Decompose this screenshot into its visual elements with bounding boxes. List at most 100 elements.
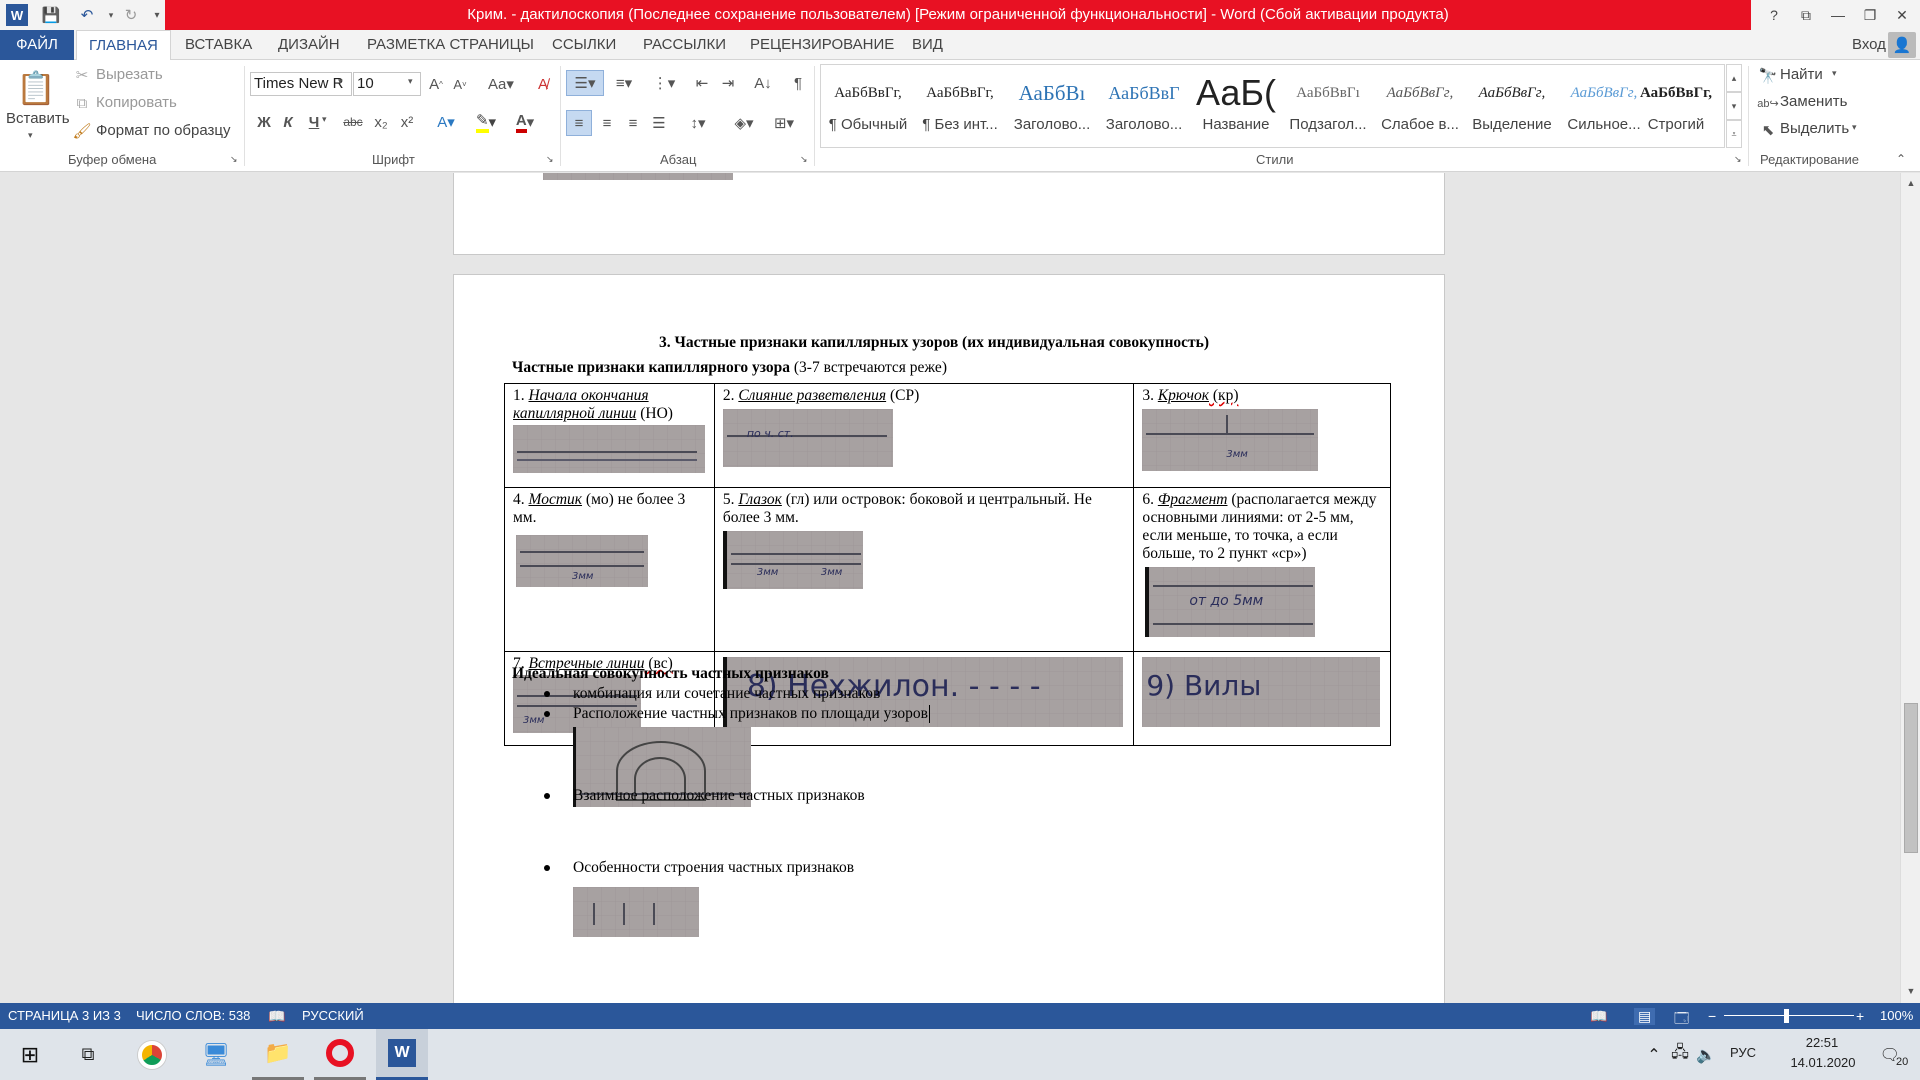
undo-dropdown-icon[interactable]: ▾ — [100, 4, 122, 26]
tab-view[interactable]: ВИД — [900, 30, 955, 60]
proofing-icon[interactable]: 📖 — [268, 1008, 285, 1025]
volume-icon[interactable]: 🔈 — [1680, 1029, 1732, 1080]
fingerprint-image[interactable]: 3мм — [516, 535, 648, 587]
app-icon[interactable]: 🖥 — [190, 1029, 242, 1080]
show-marks-icon[interactable]: ¶ — [786, 70, 810, 96]
superscript-button[interactable]: x² — [396, 110, 418, 134]
replace-button[interactable]: Заменить — [1780, 93, 1847, 110]
paragraph-launcher-icon[interactable]: ↘ — [800, 154, 808, 165]
redo-icon[interactable]: ↻ — [120, 4, 142, 26]
file-explorer-icon[interactable]: 📁 — [252, 1029, 304, 1080]
select-button[interactable]: Выделить — [1780, 120, 1849, 137]
language-tray[interactable]: РУС — [1730, 1045, 1756, 1060]
tab-review[interactable]: РЕЦЕНЗИРОВАНИЕ — [738, 30, 906, 60]
word-app-icon[interactable]: W — [6, 4, 28, 26]
tab-design[interactable]: ДИЗАЙН — [266, 30, 352, 60]
tab-layout[interactable]: РАЗМЕТКА СТРАНИЦЫ — [355, 30, 546, 60]
opera-icon[interactable] — [314, 1029, 366, 1080]
zoom-slider-thumb[interactable] — [1784, 1009, 1789, 1023]
paste-icon[interactable]: 📋 — [14, 66, 58, 110]
shading-icon[interactable]: ◈▾ — [726, 110, 762, 136]
word-count[interactable]: ЧИСЛО СЛОВ: 538 — [136, 1008, 250, 1023]
shrink-font-icon[interactable]: A ˅ — [450, 72, 470, 96]
vertical-scrollbar[interactable]: ▲ ▼ — [1900, 173, 1920, 1003]
decrease-indent-icon[interactable]: ⇤ — [690, 70, 714, 96]
fingerprint-image[interactable]: 3мм 3мм — [722, 531, 863, 589]
align-left-icon[interactable]: ≡ — [566, 110, 592, 136]
close-button[interactable]: ✕ — [1886, 0, 1918, 30]
tab-references[interactable]: ССЫЛКИ — [540, 30, 628, 60]
restore-button[interactable]: ❐ — [1854, 0, 1886, 30]
style-emphasis[interactable]: АаБбВвГг, Выделение — [1466, 70, 1558, 148]
save-icon[interactable]: 💾 — [40, 4, 62, 26]
subscript-button[interactable]: x₂ — [370, 110, 392, 134]
font-size-dropdown-icon[interactable]: ▾ — [408, 76, 413, 87]
styles-scroll-up-icon[interactable]: ▴ — [1726, 64, 1742, 92]
text-effects-icon[interactable]: A▾ — [430, 110, 462, 134]
style-normal[interactable]: АаБбВвГг, ¶ Обычный — [822, 70, 914, 148]
scroll-up-icon[interactable]: ▲ — [1903, 175, 1919, 191]
handwriting-image[interactable]: 9) Вилы — [1142, 657, 1381, 727]
undo-icon[interactable]: ↶ — [76, 4, 98, 26]
find-button[interactable]: Найти — [1780, 66, 1823, 83]
page-count[interactable]: СТРАНИЦА 3 ИЗ 3 — [8, 1008, 121, 1023]
style-title[interactable]: АаБ(Название — [1190, 70, 1282, 148]
fingerprint-image[interactable]: 3мм — [1142, 409, 1319, 471]
highlight-icon[interactable]: ✎ ▾ — [468, 110, 504, 134]
select-dropdown-icon[interactable]: ▾ — [1852, 122, 1857, 133]
line-spacing-icon[interactable]: ↕▾ — [680, 110, 716, 136]
multilevel-list-icon[interactable]: ⋮▾ — [646, 70, 682, 96]
language-indicator[interactable]: РУССКИЙ — [302, 1008, 364, 1023]
avatar-icon[interactable]: 👤 — [1888, 32, 1916, 58]
change-case-icon[interactable]: Aa▾ — [484, 72, 518, 96]
numbering-icon[interactable]: ≡▾ — [606, 70, 642, 96]
style-no-spacing[interactable]: АаБбВвГг, ¶ Без инт... — [914, 70, 1006, 148]
zoom-in-icon[interactable]: + — [1856, 1008, 1864, 1024]
font-name-combo[interactable]: Times New R — [250, 72, 352, 96]
align-right-icon[interactable]: ≡ — [620, 110, 646, 136]
clear-formatting-icon[interactable]: A̸ — [532, 72, 554, 96]
increase-indent-icon[interactable]: ⇥ — [716, 70, 740, 96]
align-center-icon[interactable]: ≡ — [594, 110, 620, 136]
format-painter-button[interactable]: Формат по образцу — [96, 122, 231, 139]
underline-button[interactable]: Ч — [304, 110, 324, 134]
task-view-icon[interactable]: ⧉ — [62, 1029, 114, 1080]
read-mode-icon[interactable]: 📖 — [1590, 1008, 1607, 1025]
zoom-level[interactable]: 100% — [1880, 1008, 1913, 1023]
underline-dropdown-icon[interactable]: ▾ — [322, 114, 327, 125]
clipboard-launcher-icon[interactable]: ↘ — [230, 154, 238, 165]
grow-font-icon[interactable]: A ^ — [426, 72, 446, 96]
print-layout-icon[interactable]: ▤ — [1634, 1008, 1656, 1025]
bold-button[interactable]: Ж — [254, 110, 274, 134]
pattern-image[interactable] — [573, 887, 699, 937]
tab-file[interactable]: ФАЙЛ — [0, 30, 74, 60]
italic-button[interactable]: К — [278, 110, 298, 134]
windows-start-icon[interactable]: ⊞ — [4, 1029, 56, 1080]
font-launcher-icon[interactable]: ↘ — [546, 154, 554, 165]
fingerprint-image[interactable]: от до 5мм — [1145, 567, 1316, 637]
font-color-icon[interactable]: A ▾ — [508, 110, 542, 134]
zoom-slider[interactable] — [1724, 1015, 1854, 1016]
copy-button[interactable]: Копировать — [96, 94, 177, 111]
style-subtle-emphasis[interactable]: АаБбВвГг, Слабое в... — [1374, 70, 1466, 148]
style-heading-2[interactable]: АаБбВвГ Заголово... — [1098, 70, 1190, 148]
fingerprint-image[interactable] — [513, 425, 705, 473]
style-subtitle[interactable]: АаБбВвГı Подзагол... — [1282, 70, 1374, 148]
cut-button[interactable]: Вырезать — [96, 66, 163, 83]
word-taskbar-icon[interactable]: W — [376, 1029, 428, 1080]
collapse-ribbon-icon[interactable]: ⌃ — [1896, 152, 1906, 166]
justify-icon[interactable]: ☰ — [646, 110, 672, 136]
tab-home[interactable]: ГЛАВНАЯ — [76, 30, 171, 61]
ribbon-display-icon[interactable]: ⧉ — [1790, 0, 1822, 30]
tray-time[interactable]: 22:51 — [1792, 1035, 1852, 1050]
style-strong[interactable]: АаБбВвГг, Строгий — [1630, 70, 1722, 148]
tray-date[interactable]: 14.01.2020 — [1778, 1055, 1868, 1070]
find-dropdown-icon[interactable]: ▾ — [1832, 68, 1837, 79]
styles-scroll-down-icon[interactable]: ▾ — [1726, 92, 1742, 120]
font-name-dropdown-icon[interactable]: ▾ — [338, 76, 343, 87]
zoom-out-icon[interactable]: − — [1708, 1008, 1716, 1024]
minimize-button[interactable]: — — [1822, 0, 1854, 30]
strikethrough-button[interactable]: abc — [340, 110, 366, 134]
styles-more-icon[interactable]: ⩡ — [1726, 120, 1742, 148]
styles-launcher-icon[interactable]: ↘ — [1734, 154, 1742, 165]
